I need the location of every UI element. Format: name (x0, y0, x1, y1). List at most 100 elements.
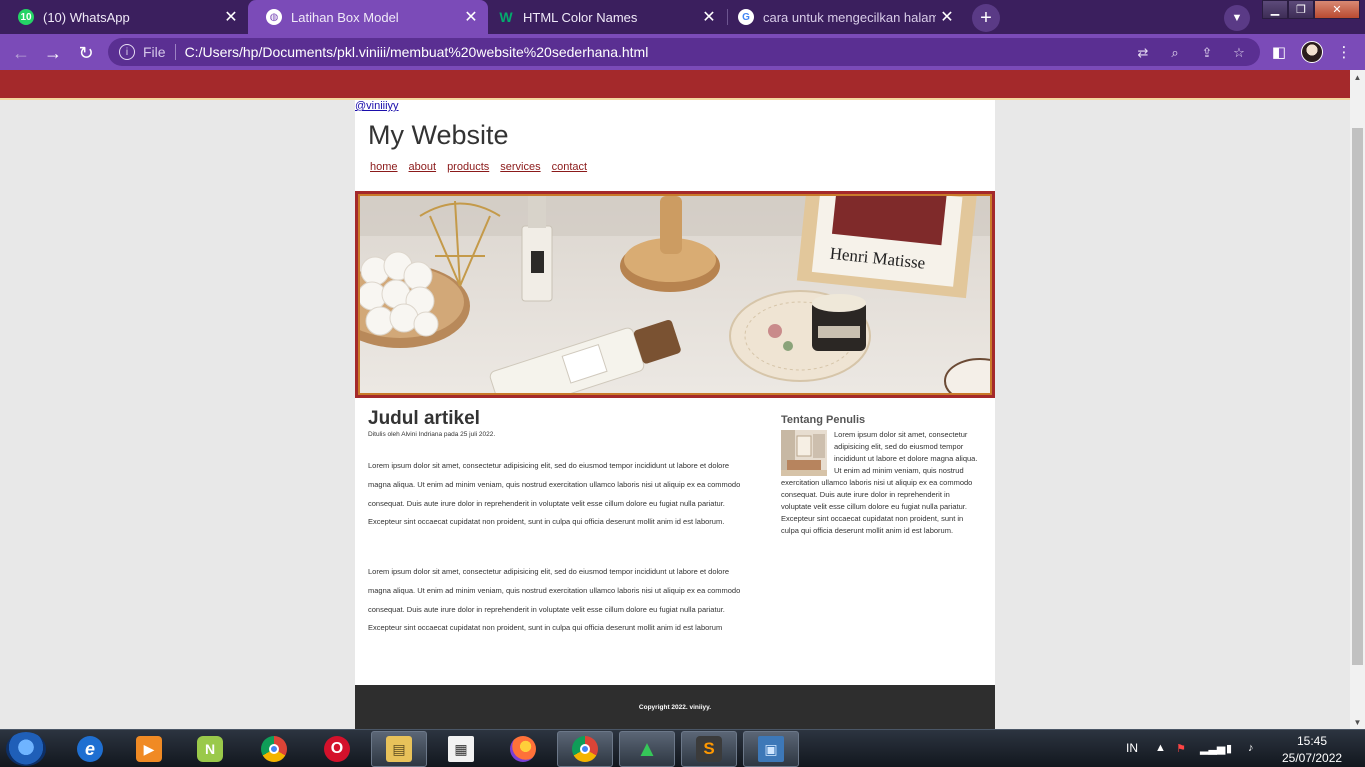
handle-link[interactable]: @viniiiyy (355, 100, 399, 112)
taskbar-app-file-explorer[interactable]: ▤ (371, 731, 427, 767)
excalibur-icon: ▲ (636, 736, 658, 761)
arrow-left-icon: ← (12, 42, 30, 63)
show-hidden-icons-icon[interactable]: ▲ (1155, 742, 1166, 754)
taskbar-app-media-player[interactable]: ▶ (121, 731, 177, 767)
tab-title: HTML Color Names (523, 9, 638, 25)
sublime-text-icon: S (696, 736, 722, 762)
action-center-flag-icon[interactable]: ⚑ (1176, 742, 1186, 755)
main-menu: home about products services contact (370, 161, 587, 173)
scheme-label: File (143, 44, 166, 60)
address-bar[interactable]: i File C:/Users/hp/Documents/pkl.viniii/… (108, 38, 1260, 66)
profile-avatar[interactable] (1301, 41, 1323, 63)
taskbar-app-document-viewer[interactable]: ▦ (433, 731, 489, 767)
article-title: Judul artikel (368, 408, 480, 429)
footer-copyright: Copyright 2022. viniiyy. (638, 704, 712, 711)
clock-time[interactable]: 15:45 (1297, 734, 1327, 748)
notepad-plus-icon: N (197, 736, 223, 762)
photo-viewer-icon: ▣ (758, 736, 784, 762)
start-button[interactable] (6, 732, 46, 766)
clock-date[interactable]: 25/07/2022 (1282, 751, 1342, 765)
close-icon: ✕ (1332, 4, 1342, 16)
taskbar-app-photo-viewer[interactable]: ▣ (743, 731, 799, 767)
windows-taskbar: e ▶ N O ▤ ▦ ▲ S ▣ IN ▲ ⚑ ▂▃▅ ▮ ♪ 15:45 2… (0, 729, 1365, 767)
taskbar-app-notepad-plus[interactable]: N (182, 731, 238, 767)
page-scrollbar[interactable]: ▲ ▼ (1350, 70, 1365, 729)
taskbar-app-chrome[interactable] (246, 731, 302, 767)
close-tab-button[interactable]: ✕ (460, 7, 482, 27)
info-icon: i (119, 44, 135, 60)
page-footer: Copyright 2022. viniiyy. (355, 685, 995, 729)
chrome-profile-icon (572, 736, 598, 762)
w3schools-icon: W (499, 9, 513, 25)
language-indicator[interactable]: IN (1126, 741, 1138, 755)
taskbar-app-sublime-text[interactable]: S (681, 731, 737, 767)
share-icon[interactable]: ⇪ (1198, 45, 1216, 61)
taskbar-app-opera[interactable]: O (309, 731, 365, 767)
volume-icon[interactable]: ♪ (1248, 742, 1254, 754)
menu-kebab-icon[interactable]: ⋮ (1334, 42, 1354, 62)
hero-image-frame: Henri Matisse (358, 194, 992, 395)
file-explorer-icon: ▤ (386, 736, 412, 762)
tab-strip: 10 (10) WhatsApp ✕ ◍ Latihan Box Model ✕… (0, 0, 1365, 34)
url-text[interactable]: C:/Users/hp/Documents/pkl.viniii/membuat… (185, 44, 649, 60)
thumb-float-spacer (781, 429, 834, 475)
bookmark-star-icon[interactable]: ☆ (1230, 45, 1248, 61)
menu-item-products[interactable]: products (447, 161, 489, 173)
media-player-icon: ▶ (136, 736, 162, 762)
article-paragraph: Lorem ipsum dolor sit amet, consectetur … (368, 567, 741, 633)
network-signal-icon[interactable]: ▂▃▅ (1200, 742, 1225, 755)
chrome-icon (261, 736, 287, 762)
tab-latihan-box-model[interactable]: ◍ Latihan Box Model ✕ (248, 0, 488, 34)
new-tab-button[interactable]: + (972, 4, 1000, 32)
reload-button[interactable]: ↻ (73, 40, 99, 66)
opera-icon: O (324, 736, 350, 762)
side-panel-icon[interactable]: ◧ (1269, 42, 1289, 62)
internet-explorer-icon: e (77, 736, 103, 762)
tab-google-search[interactable]: G cara untuk mengecilkan halaman ✕ (728, 0, 964, 34)
close-window-button[interactable]: ✕ (1314, 0, 1360, 19)
close-tab-button[interactable]: ✕ (936, 7, 958, 27)
document-viewer-icon: ▦ (448, 736, 474, 762)
browser-toolbar: ← → ↻ i File C:/Users/hp/Documents/pkl.v… (0, 34, 1365, 70)
chevron-down-icon: ▼ (1231, 12, 1243, 24)
page-viewport: @viniiiyy My Website home about products… (0, 70, 1350, 729)
tab-search-button[interactable]: ▼ (1224, 5, 1250, 31)
maximize-button[interactable]: ❐ (1288, 0, 1314, 19)
tab-whatsapp[interactable]: 10 (10) WhatsApp ✕ (0, 0, 248, 34)
firefox-icon (510, 736, 536, 762)
tab-html-color-names[interactable]: W HTML Color Names ✕ (488, 0, 726, 34)
hero-image: Henri Matisse (358, 194, 992, 395)
forward-button[interactable]: → (40, 40, 66, 66)
arrow-right-icon: → (44, 42, 62, 63)
address-divider (174, 44, 176, 60)
tab-title: Latihan Box Model (291, 9, 399, 25)
google-icon: G (738, 9, 754, 25)
menu-item-about[interactable]: about (409, 161, 437, 173)
close-tab-button[interactable]: ✕ (220, 7, 242, 27)
close-tab-button[interactable]: ✕ (698, 7, 720, 27)
zoom-icon[interactable]: ⌕ (1166, 45, 1184, 61)
scroll-up-icon[interactable]: ▲ (1350, 70, 1365, 84)
hero-banner: Henri Matisse (355, 191, 995, 398)
scrollbar-thumb[interactable] (1352, 128, 1363, 665)
taskbar-app-excalibur[interactable]: ▲ (619, 731, 675, 767)
back-button[interactable]: ← (8, 40, 34, 66)
translate-icon[interactable]: ⇄ (1134, 45, 1152, 61)
scroll-down-icon[interactable]: ▼ (1350, 715, 1365, 729)
aside-title: Tentang Penulis (781, 414, 866, 426)
globe-icon: ◍ (266, 9, 282, 25)
page-container: @viniiiyy My Website home about products… (355, 100, 995, 729)
aside-text: Lorem ipsum dolor sit amet, consectetur … (781, 429, 981, 537)
menu-item-services[interactable]: services (500, 161, 540, 173)
site-title: My Website (368, 120, 509, 150)
tab-title: (10) WhatsApp (43, 9, 130, 25)
whatsapp-icon: 10 (18, 9, 34, 25)
article-meta: Ditulis oleh Alvini Indriana pada 25 jul… (368, 431, 496, 438)
taskbar-app-internet-explorer[interactable]: e (62, 731, 118, 767)
taskbar-app-chrome-profile[interactable] (557, 731, 613, 767)
menu-item-home[interactable]: home (370, 161, 398, 173)
taskbar-app-firefox[interactable] (495, 731, 551, 767)
minimize-button[interactable]: ▁ (1262, 0, 1288, 19)
battery-icon[interactable]: ▮ (1226, 742, 1232, 755)
menu-item-contact[interactable]: contact (552, 161, 587, 173)
